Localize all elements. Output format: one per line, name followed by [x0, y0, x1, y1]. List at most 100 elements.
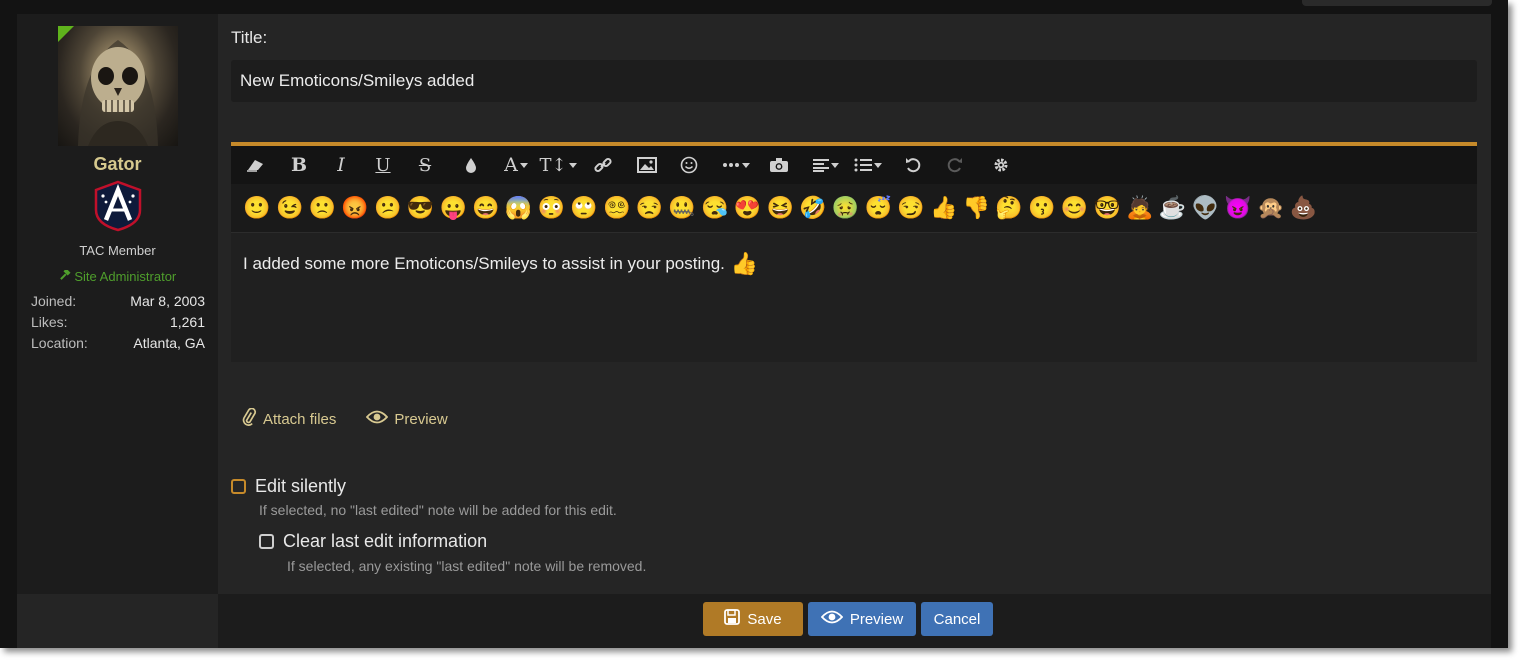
emoji-button[interactable]: 😍 [734, 194, 762, 222]
paperclip-icon [241, 407, 257, 430]
save-button[interactable]: Save [703, 602, 803, 636]
redo-icon[interactable] [943, 151, 967, 179]
emoji-button[interactable]: 😪 [701, 194, 729, 222]
emoji-button[interactable]: 😛 [439, 194, 467, 222]
stat-value: 1,261 [169, 314, 205, 330]
emoji-button[interactable]: 🙊 [1257, 194, 1285, 222]
emoji-button[interactable]: 👎 [962, 194, 990, 222]
member-title: TAC Member [79, 243, 156, 258]
cancel-label: Cancel [933, 610, 981, 628]
emoji-button[interactable]: 🙂 [243, 194, 271, 222]
emoji-button[interactable]: 🙄 [570, 194, 598, 222]
top-tab[interactable] [1302, 0, 1492, 6]
emoji-button[interactable]: ☕ [1159, 194, 1187, 222]
user-stats: Joined: Mar 8, 2003 Likes: 1,261 Locatio… [31, 293, 205, 356]
stat-joined: Joined: Mar 8, 2003 [31, 293, 205, 314]
stat-location: Location: Atlanta, GA [31, 335, 205, 356]
stat-value: Mar 8, 2003 [130, 293, 205, 309]
thumbs-up-emoji: 👍 [730, 251, 759, 276]
emoji-button[interactable]: 😴 [864, 194, 892, 222]
emoji-button[interactable]: 💩 [1289, 194, 1317, 222]
stat-key: Likes: [31, 314, 68, 330]
stat-value: Atlanta, GA [133, 335, 205, 351]
align-icon[interactable] [809, 151, 843, 179]
emoji-button[interactable]: 😈 [1224, 194, 1252, 222]
emoji-picker-bar: 🙂 😉 🙁 😡 😕 😎 😛 😄 😱 😳 🙄 😵‍💫 😒 🤐 😪 😍 😆 🤣 🤢 😴 😏 👍 👎 🤔 😗 😊 🤓 🙇 ☕ 👽 😈 🙊 💩 [231, 184, 1477, 233]
edit-silently-option[interactable]: Edit silently [231, 476, 346, 497]
image-icon[interactable] [635, 151, 659, 179]
emoji-button[interactable]: 😳 [537, 194, 565, 222]
emoji-button[interactable]: 👽 [1191, 194, 1219, 222]
edit-silently-hint: If selected, no "last edited" note will … [259, 502, 617, 518]
user-sidebar: Gator TAC Member Site Administrator Join… [17, 14, 218, 594]
emoji-button[interactable]: 🤣 [799, 194, 827, 222]
preview-toggle-label: Preview [394, 410, 448, 428]
strikethrough-icon[interactable]: S [413, 151, 437, 179]
clear-edit-label: Clear last edit information [283, 531, 488, 551]
font-size-icon[interactable]: T↕ [539, 151, 577, 179]
editor-content[interactable]: I added some more Emoticons/Smileys to a… [231, 233, 1477, 295]
more-icon[interactable] [719, 151, 753, 179]
emoji-button[interactable]: 🤓 [1093, 194, 1121, 222]
emoji-button[interactable]: 😏 [897, 194, 925, 222]
smilie-icon[interactable] [677, 151, 701, 179]
cancel-button[interactable]: Cancel [921, 602, 993, 636]
eye-icon [820, 610, 844, 628]
attach-files-button[interactable]: Attach files [241, 407, 337, 430]
gavel-icon [59, 268, 75, 284]
emoji-button[interactable]: 🤢 [832, 194, 860, 222]
emoji-button[interactable]: 🙁 [308, 194, 336, 222]
clear-edit-checkbox[interactable] [259, 534, 274, 549]
emoji-button[interactable]: 😕 [374, 194, 402, 222]
emoji-button[interactable]: 😗 [1028, 194, 1056, 222]
online-indicator [58, 26, 74, 42]
edit-silently-label: Edit silently [255, 476, 347, 496]
emoji-button[interactable]: 🤔 [995, 194, 1023, 222]
edit-silently-checkbox[interactable] [231, 479, 246, 494]
editor-actions: Attach files Preview [241, 407, 448, 430]
emoji-button[interactable]: 😡 [341, 194, 369, 222]
member-badge-icon [92, 180, 144, 232]
emoji-button[interactable]: 👍 [930, 194, 958, 222]
eye-icon [366, 410, 389, 428]
rich-text-editor: B I U S A T↕ [231, 142, 1477, 362]
camera-icon[interactable] [767, 151, 791, 179]
emoji-button[interactable]: 😊 [1061, 194, 1089, 222]
emoji-button[interactable]: 😆 [766, 194, 794, 222]
settings-icon[interactable] [989, 151, 1013, 179]
emoji-button[interactable]: 😄 [472, 194, 500, 222]
emoji-button[interactable]: 😵‍💫 [603, 194, 631, 222]
stat-likes: Likes: 1,261 [31, 314, 205, 335]
emoji-button[interactable]: 😱 [505, 194, 533, 222]
bold-icon[interactable]: B [287, 151, 311, 179]
editor-body-text: I added some more Emoticons/Smileys to a… [243, 254, 725, 273]
username[interactable]: Gator [17, 154, 218, 175]
eraser-icon[interactable] [243, 151, 267, 179]
italic-icon[interactable]: I [329, 151, 353, 179]
text-color-icon[interactable] [459, 151, 483, 179]
title-input[interactable] [231, 60, 1477, 102]
form-footer: Save Preview Cancel [218, 594, 1491, 648]
preview-toggle-button[interactable]: Preview [366, 408, 448, 430]
staff-title-label: Site Administrator [74, 269, 177, 284]
emoji-button[interactable]: 😉 [276, 194, 304, 222]
undo-icon[interactable] [901, 151, 925, 179]
save-icon [724, 609, 741, 629]
link-icon[interactable] [591, 151, 615, 179]
emoji-button[interactable]: 😎 [407, 194, 435, 222]
emoji-button[interactable]: 😒 [635, 194, 663, 222]
avatar[interactable] [58, 26, 178, 146]
clear-edit-option[interactable]: Clear last edit information [259, 531, 487, 552]
title-label: Title: [231, 28, 268, 47]
attach-files-label: Attach files [263, 410, 337, 428]
underline-icon[interactable]: U [371, 151, 395, 179]
edit-post-panel: Gator TAC Member Site Administrator Join… [17, 14, 1491, 648]
staff-title: Site Administrator [17, 268, 218, 284]
preview-button[interactable]: Preview [808, 602, 916, 636]
forum-window: Gator TAC Member Site Administrator Join… [0, 0, 1508, 648]
font-family-icon[interactable]: A [499, 151, 533, 179]
emoji-button[interactable]: 🙇 [1126, 194, 1154, 222]
emoji-button[interactable]: 🤐 [668, 194, 696, 222]
stat-key: Joined: [31, 293, 77, 309]
list-icon[interactable] [851, 151, 885, 179]
